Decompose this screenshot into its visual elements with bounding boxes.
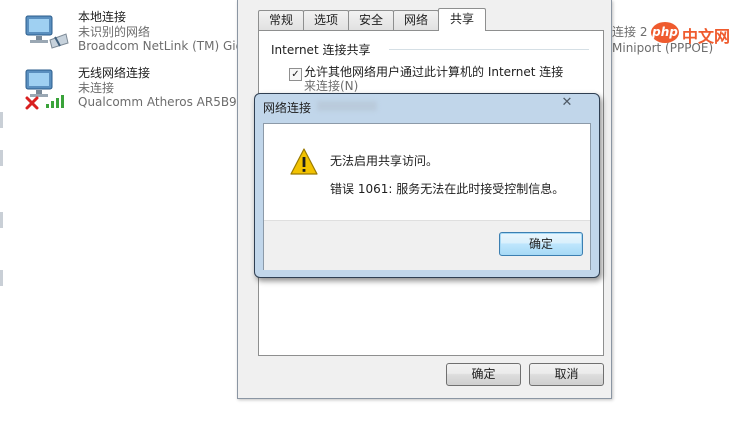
ok-button[interactable]: 确定 (446, 363, 521, 386)
dialog-footer: 确定 (264, 220, 590, 270)
watermark-logo: php 中文网 (651, 21, 739, 46)
connection-status: 未识别的网络 (78, 24, 151, 39)
group-label: Internet 连接共享 (271, 43, 371, 57)
error-message: 无法启用共享访问。 (330, 154, 439, 168)
connection-adapter: Broadcom NetLink (TM) Gigab (78, 39, 259, 53)
tab-networking[interactable]: 网络 (393, 10, 439, 30)
error-detail: 错误 1061: 服务无法在此时接受控制信息。 (330, 182, 565, 196)
blurred-title-text (317, 101, 377, 111)
disconnected-x-icon (25, 96, 39, 110)
tab-options[interactable]: 选项 (303, 10, 349, 30)
group-divider (389, 49, 589, 50)
allow-sharing-checkbox[interactable]: ✓ (289, 68, 302, 81)
close-icon[interactable]: ✕ (557, 95, 577, 111)
watermark-text: 中文网 (682, 27, 731, 46)
window-edge-mark (0, 150, 3, 166)
dialog-body: 无法启用共享访问。 错误 1061: 服务无法在此时接受控制信息。 确定 (263, 123, 591, 270)
connection-name-partial: 连接 2 (612, 25, 648, 39)
dialog-ok-button[interactable]: 确定 (499, 232, 583, 256)
window-edge-mark (0, 270, 3, 286)
tab-security[interactable]: 安全 (348, 10, 394, 30)
error-dialog: 网络连接 ✕ 无法启用共享访问。 错误 1061: 服务无法在此时接受控制信息。… (254, 93, 600, 278)
window-edge-mark (0, 212, 3, 228)
allow-sharing-label[interactable]: 允许其他网络用户通过此计算机的 Internet 连接 (304, 65, 594, 79)
watermark-badge: php (651, 22, 679, 43)
connection-status: 未连接 (78, 80, 115, 95)
allow-sharing-label-line2[interactable]: 来连接(N) (304, 79, 358, 93)
window-edge-mark (0, 112, 3, 128)
connection-name: 本地连接 (78, 10, 127, 24)
network-adapter-icon (25, 15, 69, 49)
connection-name: 无线网络连接 (78, 66, 151, 80)
connection-adapter: Qualcomm Atheros AR5B97 W (78, 95, 261, 109)
warning-icon (290, 148, 318, 175)
dialog-title: 网络连接 (263, 101, 312, 115)
cancel-button[interactable]: 取消 (529, 363, 604, 386)
tab-general[interactable]: 常规 (258, 10, 304, 30)
tab-sharing[interactable]: 共享 (438, 8, 486, 31)
